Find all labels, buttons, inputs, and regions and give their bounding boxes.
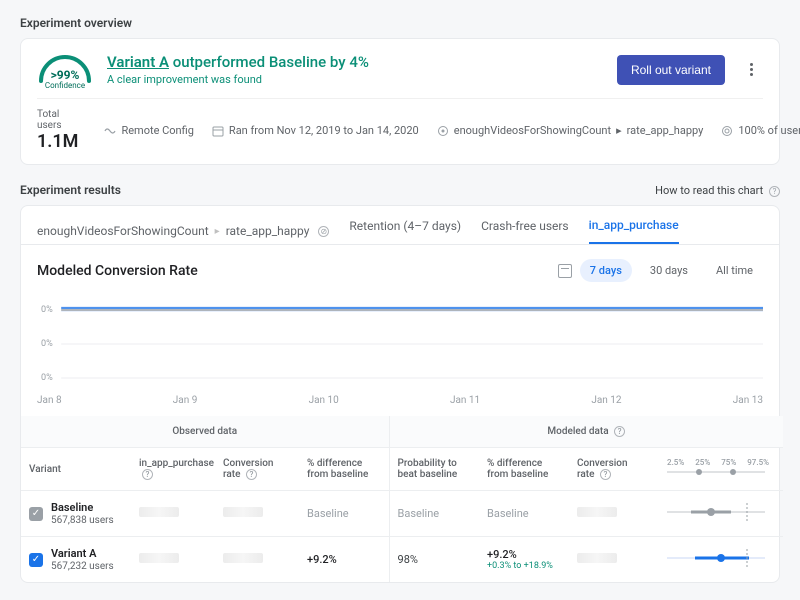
redacted-value bbox=[223, 507, 263, 517]
confidence-gauge: >99% Confidence bbox=[37, 55, 93, 85]
chart-title: Modeled Conversion Rate bbox=[37, 263, 198, 279]
calendar-icon bbox=[212, 125, 224, 137]
range-7-days[interactable]: 7 days bbox=[580, 259, 632, 282]
tab-crumb-event[interactable]: rate_app_happy bbox=[226, 224, 310, 238]
results-section-label: Experiment results bbox=[20, 183, 121, 197]
redacted-value bbox=[139, 507, 179, 517]
redacted-value bbox=[577, 507, 617, 517]
meta-remote-config: Remote Config bbox=[104, 124, 193, 137]
redacted-value bbox=[223, 553, 263, 563]
target-icon bbox=[721, 125, 733, 137]
redacted-value bbox=[139, 553, 179, 563]
col-conversion-modeled: Conversion rate ? bbox=[569, 448, 653, 491]
help-icon[interactable]: ? bbox=[142, 469, 153, 480]
more-menu-button[interactable] bbox=[739, 58, 763, 82]
rollout-button[interactable]: Roll out variant bbox=[617, 55, 725, 85]
overview-section-label: Experiment overview bbox=[20, 16, 780, 30]
chart-x-axis: Jan 8Jan 9Jan 10Jan 11Jan 12Jan 13 bbox=[21, 393, 779, 416]
meta-matching: 100% of users matching 1 criteria bbox=[721, 124, 800, 137]
variant-checkbox[interactable]: ✓ bbox=[29, 507, 43, 521]
col-conversion: Conversion rate ? bbox=[215, 448, 299, 491]
breadcrumb-sep-icon: ▸ bbox=[215, 226, 220, 237]
confidence-label: Confidence bbox=[37, 81, 93, 90]
variant-checkbox[interactable]: ✓ bbox=[29, 553, 43, 567]
modeled-data-header: Modeled data ? bbox=[389, 416, 783, 448]
svg-text:>99%: >99% bbox=[51, 68, 80, 82]
tab-in-app-purchase[interactable]: in_app_purchase bbox=[589, 218, 679, 244]
col-variant: Variant bbox=[21, 448, 131, 491]
chart-area: 0% 0% 0% bbox=[21, 288, 779, 393]
col-diff-modeled: % difference from baseline bbox=[479, 448, 569, 491]
col-confidence-interval: 2.5%25%75%97.5% bbox=[653, 448, 783, 491]
meta-date-range: Ran from Nov 12, 2019 to Jan 14, 2020 bbox=[212, 124, 419, 137]
help-icon[interactable]: ⊘ bbox=[318, 226, 329, 237]
results-tabs: enoughVideosForShowingCount ▸ rate_app_h… bbox=[21, 206, 779, 245]
results-card: enoughVideosForShowingCount ▸ rate_app_h… bbox=[20, 205, 780, 583]
svg-text:0%: 0% bbox=[41, 305, 53, 315]
tab-retention[interactable]: Retention (4–7 days) bbox=[349, 219, 461, 243]
overview-card: >99% Confidence Variant A outperformed B… bbox=[20, 38, 780, 165]
range-30-days[interactable]: 30 days bbox=[640, 259, 698, 282]
results-table: Observed data Modeled data ? Variant in_… bbox=[21, 416, 783, 582]
table-row-baseline: ✓ Baseline 567,838 users Baseline Baseli… bbox=[21, 491, 783, 537]
confidence-sparkline bbox=[653, 537, 783, 583]
target-icon bbox=[437, 125, 449, 137]
tab-crash-free[interactable]: Crash-free users bbox=[481, 219, 569, 243]
remote-config-icon bbox=[104, 125, 116, 137]
calendar-icon[interactable] bbox=[558, 264, 572, 278]
total-users: Total users 1.1M bbox=[37, 109, 78, 152]
redacted-value bbox=[577, 553, 617, 563]
observed-data-header: Observed data bbox=[21, 416, 389, 448]
tab-crumb-metric[interactable]: enoughVideosForShowingCount bbox=[37, 224, 209, 238]
range-all-time[interactable]: All time bbox=[706, 259, 763, 282]
svg-text:0%: 0% bbox=[41, 373, 53, 383]
kebab-icon bbox=[750, 63, 753, 76]
breadcrumb-sep-icon: ▸ bbox=[616, 124, 622, 137]
help-icon[interactable]: ? bbox=[614, 426, 625, 437]
table-row-variant-a: ✓ Variant A 567,232 users +9.2% 98% +9.2… bbox=[21, 537, 783, 583]
winning-variant-link[interactable]: Variant A bbox=[107, 53, 169, 71]
overview-subhead: A clear improvement was found bbox=[107, 73, 603, 86]
overview-headline: Variant A outperformed Baseline by 4% A … bbox=[107, 53, 603, 86]
meta-metric: enoughVideosForShowingCount ▸ rate_app_h… bbox=[437, 124, 704, 137]
col-diff-observed: % difference from baseline bbox=[299, 448, 389, 491]
help-link[interactable]: How to read this chart ? bbox=[655, 184, 780, 197]
svg-text:0%: 0% bbox=[41, 339, 53, 349]
help-icon: ? bbox=[769, 186, 780, 197]
col-probability: Probability to beat baseline bbox=[389, 448, 479, 491]
help-icon[interactable]: ? bbox=[600, 469, 611, 480]
help-icon[interactable]: ? bbox=[246, 469, 257, 480]
col-iap: in_app_purchase ? bbox=[131, 448, 215, 491]
confidence-sparkline bbox=[653, 491, 783, 537]
